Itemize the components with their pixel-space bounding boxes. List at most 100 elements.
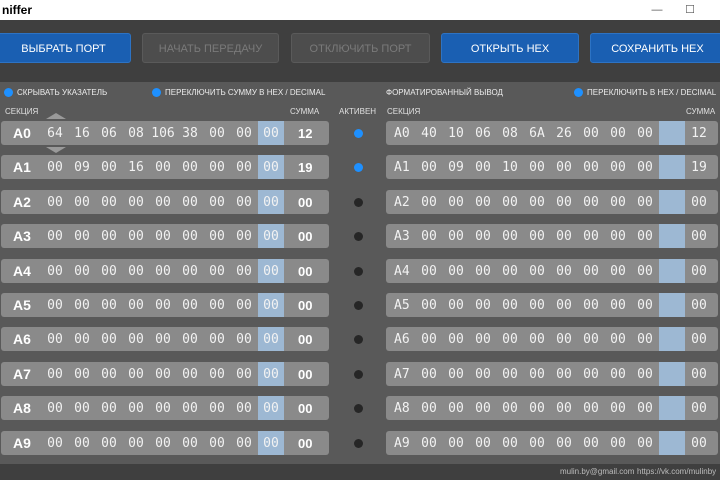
byte-cell[interactable]: 16 [69, 126, 95, 141]
minimize-button[interactable]: — [645, 0, 669, 20]
maximize-button[interactable]: ☐ [678, 0, 702, 20]
open-hex-button[interactable]: ОТКРЫТЬ HEX [441, 33, 579, 63]
byte-cell[interactable]: 00 [96, 264, 122, 279]
byte-cell[interactable]: 00 [204, 332, 230, 347]
byte-cell[interactable]: 00 [258, 332, 284, 347]
byte-cell[interactable]: 00 [150, 229, 176, 244]
byte-cell[interactable]: 00 [177, 195, 203, 210]
byte-cell[interactable]: 00 [123, 401, 149, 416]
byte-cell[interactable]: 00 [258, 401, 284, 416]
byte-cell[interactable]: 00 [150, 436, 176, 451]
section-row-a6[interactable]: A6 00 00 00 00 00 00 00 00 00 00 [1, 327, 329, 351]
byte-cell[interactable]: 00 [96, 298, 122, 313]
select-port-button[interactable]: ВЫБРАТЬ ПОРТ [0, 33, 131, 63]
start-transfer-button[interactable]: НАЧАТЬ ПЕРЕДАЧУ [142, 33, 279, 63]
byte-cell[interactable]: 00 [96, 229, 122, 244]
toggle-hex-format[interactable]: ПЕРЕКЛЮЧИТЬ В HEX / DECIMAL [574, 88, 716, 98]
byte-cell[interactable]: 00 [42, 332, 68, 347]
byte-cell[interactable]: 00 [42, 160, 68, 175]
section-row-a4[interactable]: A4 00 00 00 00 00 00 00 00 00 00 [1, 259, 329, 283]
byte-cell[interactable]: 00 [258, 264, 284, 279]
byte-cell[interactable]: 00 [231, 436, 257, 451]
byte-cell[interactable]: 00 [231, 401, 257, 416]
byte-cell[interactable]: 00 [177, 401, 203, 416]
section-row-a9[interactable]: A9 00 00 00 00 00 00 00 00 00 00 [1, 431, 329, 455]
byte-cell[interactable]: 00 [231, 160, 257, 175]
byte-cell[interactable]: 00 [123, 195, 149, 210]
byte-cell[interactable]: 00 [123, 436, 149, 451]
byte-cell[interactable]: 00 [150, 332, 176, 347]
byte-cell[interactable]: 00 [69, 367, 95, 382]
toggle-sum-format[interactable]: ПЕРЕКЛЮЧИТЬ СУММУ В HEX / DECIMAL [152, 88, 325, 98]
byte-cell[interactable]: 00 [69, 401, 95, 416]
byte-cell[interactable]: 00 [231, 126, 257, 141]
byte-cell[interactable]: 00 [177, 160, 203, 175]
byte-cell[interactable]: 106 [150, 126, 176, 141]
byte-cell[interactable]: 00 [231, 229, 257, 244]
byte-cell[interactable]: 00 [150, 401, 176, 416]
byte-cell[interactable]: 00 [204, 160, 230, 175]
save-hex-button[interactable]: СОХРАНИТЬ HEX [590, 33, 720, 63]
section-row-a1[interactable]: A1 00 09 00 16 00 00 00 00 00 19 [1, 155, 329, 179]
byte-cell[interactable]: 00 [123, 229, 149, 244]
byte-cell[interactable]: 00 [42, 298, 68, 313]
byte-cell[interactable]: 09 [69, 160, 95, 175]
byte-cell[interactable]: 00 [231, 367, 257, 382]
byte-cell[interactable]: 00 [177, 264, 203, 279]
footer-vk-link[interactable]: https://vk.com/mulinby [637, 467, 716, 476]
byte-cell[interactable]: 00 [204, 126, 230, 141]
byte-cell[interactable]: 00 [258, 195, 284, 210]
byte-cell[interactable]: 00 [69, 195, 95, 210]
byte-cell[interactable]: 00 [150, 264, 176, 279]
byte-cell[interactable]: 00 [150, 195, 176, 210]
byte-cell[interactable]: 00 [96, 401, 122, 416]
byte-cell[interactable]: 00 [69, 264, 95, 279]
byte-cell[interactable]: 00 [96, 367, 122, 382]
byte-cell[interactable]: 00 [123, 332, 149, 347]
byte-cell[interactable]: 00 [123, 264, 149, 279]
byte-cell[interactable]: 00 [42, 401, 68, 416]
pointer-up-icon[interactable] [46, 113, 66, 119]
byte-cell[interactable]: 00 [69, 332, 95, 347]
footer-email[interactable]: mulin.by@gmail.com [560, 467, 634, 476]
byte-cell[interactable]: 00 [231, 298, 257, 313]
byte-cell[interactable]: 00 [258, 436, 284, 451]
section-row-a2[interactable]: A2 00 00 00 00 00 00 00 00 00 00 [1, 190, 329, 214]
byte-cell[interactable]: 00 [258, 126, 284, 141]
byte-cell[interactable]: 00 [150, 160, 176, 175]
byte-cell[interactable]: 00 [177, 298, 203, 313]
byte-cell[interactable]: 00 [150, 298, 176, 313]
byte-cell[interactable]: 00 [204, 195, 230, 210]
byte-cell[interactable]: 00 [96, 195, 122, 210]
pointer-down-icon[interactable] [46, 147, 66, 153]
byte-cell[interactable]: 00 [231, 264, 257, 279]
byte-cell[interactable]: 00 [204, 229, 230, 244]
byte-cell[interactable]: 00 [204, 401, 230, 416]
byte-cell[interactable]: 00 [96, 332, 122, 347]
byte-cell[interactable]: 00 [42, 367, 68, 382]
byte-cell[interactable]: 00 [69, 298, 95, 313]
byte-cell[interactable]: 00 [96, 160, 122, 175]
byte-cell[interactable]: 16 [123, 160, 149, 175]
byte-cell[interactable]: 00 [231, 332, 257, 347]
section-row-a0[interactable]: A0 64 16 06 08 106 38 00 00 00 12 [1, 121, 329, 145]
byte-cell[interactable]: 00 [42, 264, 68, 279]
byte-cell[interactable]: 00 [42, 436, 68, 451]
byte-cell[interactable]: 00 [258, 367, 284, 382]
byte-cell[interactable]: 00 [204, 264, 230, 279]
byte-cell[interactable]: 00 [258, 298, 284, 313]
byte-cell[interactable]: 00 [69, 229, 95, 244]
byte-cell[interactable]: 00 [69, 436, 95, 451]
byte-cell[interactable]: 64 [42, 126, 68, 141]
section-row-a5[interactable]: A5 00 00 00 00 00 00 00 00 00 00 [1, 293, 329, 317]
byte-cell[interactable]: 00 [204, 367, 230, 382]
byte-cell[interactable]: 00 [96, 436, 122, 451]
hide-pointer-toggle[interactable]: СКРЫВАТЬ УКАЗАТЕЛЬ [4, 88, 107, 98]
byte-cell[interactable]: 08 [123, 126, 149, 141]
byte-cell[interactable]: 00 [177, 332, 203, 347]
section-row-a8[interactable]: A8 00 00 00 00 00 00 00 00 00 00 [1, 396, 329, 420]
byte-cell[interactable]: 00 [231, 195, 257, 210]
byte-cell[interactable]: 00 [204, 436, 230, 451]
section-row-a7[interactable]: A7 00 00 00 00 00 00 00 00 00 00 [1, 362, 329, 386]
byte-cell[interactable]: 00 [123, 367, 149, 382]
